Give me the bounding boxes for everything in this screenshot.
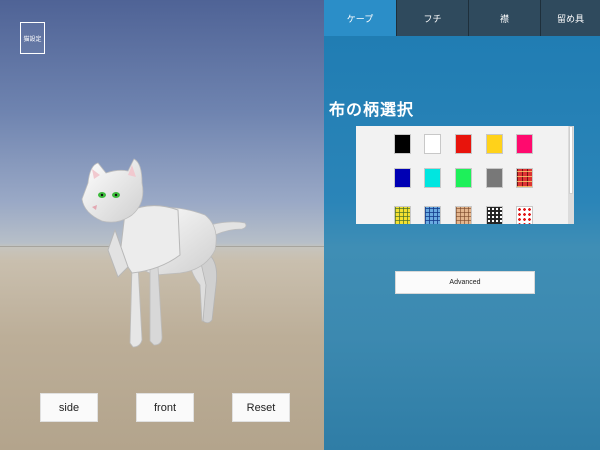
- cat-settings-label: 猫設定: [23, 35, 42, 43]
- black-swatch[interactable]: [394, 134, 411, 154]
- white-swatch[interactable]: [424, 134, 441, 154]
- front-view-button[interactable]: front: [136, 393, 194, 422]
- brown-check-swatch[interactable]: [455, 206, 472, 224]
- front-view-label: front: [153, 401, 176, 414]
- pattern-select-title: 布の柄選択: [329, 100, 415, 119]
- tab-collar-label: 襟: [499, 14, 509, 25]
- pink-swatch[interactable]: [516, 134, 533, 154]
- red-swatch[interactable]: [455, 134, 472, 154]
- yellow-check-swatch[interactable]: [394, 206, 411, 224]
- gray-swatch[interactable]: [486, 168, 503, 188]
- red-plaid-swatch[interactable]: [516, 168, 533, 188]
- tab-fastener-label: 留め具: [556, 14, 584, 25]
- pattern-swatch-list[interactable]: [356, 126, 570, 224]
- cat-model[interactable]: [70, 155, 260, 360]
- tab-collar[interactable]: 襟: [468, 0, 540, 36]
- yellow-swatch[interactable]: [486, 134, 503, 154]
- customization-panel: ケープ フチ 襟 留め具 布の柄選択 Advanced: [324, 0, 600, 450]
- reset-view-label: Reset: [246, 401, 276, 414]
- cyan-swatch[interactable]: [424, 168, 441, 188]
- cat-settings-button[interactable]: 猫設定: [20, 22, 45, 54]
- advanced-button[interactable]: Advanced: [395, 271, 535, 294]
- tab-fastener[interactable]: 留め具: [540, 0, 600, 36]
- advanced-label: Advanced: [449, 279, 481, 286]
- tab-cape[interactable]: ケープ: [324, 0, 396, 36]
- tab-trim[interactable]: フチ: [396, 0, 468, 36]
- tab-cape-label: ケープ: [346, 14, 374, 25]
- red-polka-dot-swatch[interactable]: [516, 206, 533, 224]
- green-swatch[interactable]: [455, 168, 472, 188]
- side-view-button[interactable]: side: [40, 393, 98, 422]
- black-polka-dot-swatch[interactable]: [486, 206, 503, 224]
- blue-check-swatch[interactable]: [424, 206, 441, 224]
- swatch-scrollbar-thumb[interactable]: [569, 126, 573, 194]
- navy-swatch[interactable]: [394, 168, 411, 188]
- side-view-label: side: [58, 401, 80, 414]
- tab-trim-label: フチ: [423, 14, 442, 25]
- tab-bar: ケープ フチ 襟 留め具: [324, 0, 600, 36]
- reset-view-button[interactable]: Reset: [232, 393, 290, 422]
